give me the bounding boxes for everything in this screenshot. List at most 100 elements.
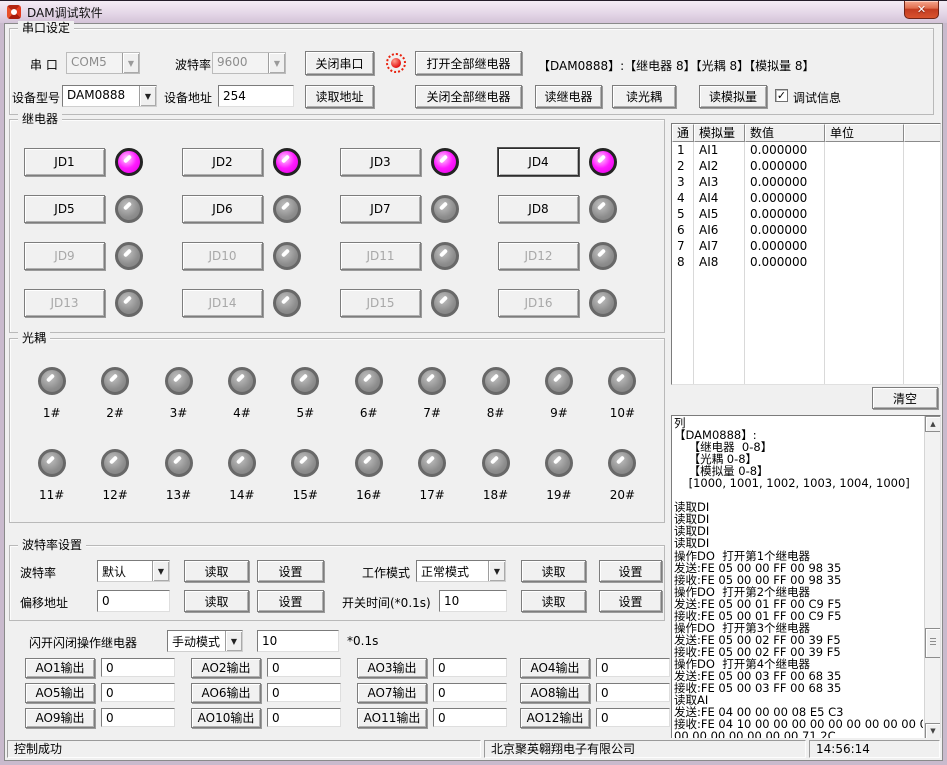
table-row[interactable]: 2AI20.000000: [672, 158, 940, 174]
ao12-value-input[interactable]: [596, 708, 670, 727]
ao1-value-input[interactable]: [101, 658, 175, 677]
ao9-value-input[interactable]: [101, 708, 175, 727]
opto-indicator-icon: [545, 367, 573, 395]
ao12-output-button[interactable]: AO12输出: [520, 708, 590, 728]
read-analog-button[interactable]: 读模拟量: [699, 85, 767, 108]
ao8-value-input[interactable]: [596, 683, 670, 702]
ao3-output-button[interactable]: AO3输出: [357, 658, 427, 678]
ao3-value-input[interactable]: [433, 658, 507, 677]
ao2-output-button[interactable]: AO2输出: [191, 658, 261, 678]
table-row[interactable]: 6AI60.000000: [672, 222, 940, 238]
analog-table-header-cell[interactable]: 模拟量: [694, 124, 745, 142]
opto-label: 1#: [43, 406, 61, 420]
switch-time-read-button[interactable]: 读取: [521, 590, 586, 612]
ao7-value-input[interactable]: [433, 683, 507, 702]
relay-cell: JD2: [182, 138, 340, 185]
switch-time-set-button[interactable]: 设置: [599, 590, 662, 612]
opto-indicator-icon: [291, 367, 319, 395]
ao4-value-input[interactable]: [596, 658, 670, 677]
relay-indicator-off-icon: [115, 289, 143, 317]
ao6-output-button[interactable]: AO6输出: [191, 683, 261, 703]
com-port-label: 串 口: [30, 56, 58, 73]
ao1-output-button[interactable]: AO1输出: [25, 658, 95, 678]
com-port-select: COM5 ▼: [66, 52, 140, 74]
relay-button-jd3[interactable]: JD3: [340, 148, 421, 176]
offset-address-input[interactable]: [97, 590, 170, 612]
close-button[interactable]: ✕: [904, 1, 939, 19]
table-row[interactable]: 7AI70.000000: [672, 238, 940, 254]
table-row[interactable]: 3AI30.000000: [672, 174, 940, 190]
ao5-output-button[interactable]: AO5输出: [25, 683, 95, 703]
flash-time-input[interactable]: [257, 630, 339, 652]
ao4-output-button[interactable]: AO4输出: [520, 658, 590, 678]
ao9-output-button[interactable]: AO9输出: [25, 708, 95, 728]
ao11-output-button[interactable]: AO11输出: [357, 708, 427, 728]
relay-button-jd8[interactable]: JD8: [498, 195, 579, 223]
debug-log[interactable]: 列 【DAM0888】: 【继电器 0-8】 【光耦 0-8】 【模拟量 0-8…: [671, 415, 941, 740]
read-opto-button[interactable]: 读光耦: [612, 85, 676, 108]
scrollbar-thumb[interactable]: [925, 628, 941, 658]
ao10-output-button[interactable]: AO10输出: [191, 708, 261, 728]
debug-info-checkbox[interactable]: ✓: [775, 89, 788, 102]
relay-button-jd7[interactable]: JD7: [340, 195, 421, 223]
clear-log-button[interactable]: 清空: [872, 387, 938, 409]
close-serial-button[interactable]: 关闭串口: [305, 51, 374, 75]
ao7-output-button[interactable]: AO7输出: [357, 683, 427, 703]
analog-table-header-cell[interactable]: 单位: [825, 124, 904, 142]
flash-mode-select[interactable]: 手动模式 ▼: [167, 630, 243, 652]
work-mode-set-button[interactable]: 设置: [599, 560, 662, 582]
baud-rate-select: 9600 ▼: [212, 52, 286, 74]
analog-table-header-cell[interactable]: [904, 124, 940, 142]
table-row[interactable]: 5AI50.000000: [672, 206, 940, 222]
relay-indicator-off-icon: [273, 289, 301, 317]
analog-table: 通模拟量数值单位1AI10.0000002AI20.0000003AI30.00…: [671, 123, 941, 385]
relay-button-jd1[interactable]: JD1: [24, 148, 105, 176]
device-model-select[interactable]: DAM0888 ▼: [62, 85, 157, 107]
baud-read-button[interactable]: 读取: [184, 560, 249, 582]
table-row[interactable]: 8AI80.000000: [672, 254, 940, 270]
relay-button-jd5[interactable]: JD5: [24, 195, 105, 223]
log-scrollbar[interactable]: ▲ ▼: [924, 416, 940, 739]
device-address-input[interactable]: [218, 85, 294, 107]
read-relays-button[interactable]: 读继电器: [535, 85, 602, 108]
table-row[interactable]: 4AI40.000000: [672, 190, 940, 206]
ao10-value-input[interactable]: [267, 708, 341, 727]
table-cell: 0.000000: [745, 254, 825, 270]
scroll-down-icon[interactable]: ▼: [925, 723, 941, 739]
relay-button-jd2[interactable]: JD2: [182, 148, 263, 176]
work-mode-label: 工作模式: [362, 564, 410, 581]
read-address-button[interactable]: 读取地址: [305, 85, 374, 108]
status-message: 控制成功: [7, 740, 481, 758]
analog-table-header-cell[interactable]: 数值: [745, 124, 825, 142]
baud-rate-label: 波特率: [175, 56, 211, 73]
relay-cell: JD13: [24, 279, 182, 326]
opto-label: 7#: [423, 406, 441, 420]
table-cell: 5: [672, 206, 694, 222]
table-row[interactable]: 1AI10.000000: [672, 142, 940, 158]
relay-button-jd4[interactable]: JD4: [498, 148, 579, 176]
ao11-value-input[interactable]: [433, 708, 507, 727]
baud-set-button[interactable]: 设置: [257, 560, 324, 582]
open-all-relays-button[interactable]: 打开全部继电器: [415, 51, 522, 75]
ao5-value-input[interactable]: [101, 683, 175, 702]
relay-indicator-off-icon: [273, 195, 301, 223]
work-mode-read-button[interactable]: 读取: [521, 560, 586, 582]
ao6-value-input[interactable]: [267, 683, 341, 702]
scroll-up-icon[interactable]: ▲: [925, 416, 941, 432]
ao-output-cell: AO8输出: [520, 680, 673, 705]
opto-cell: 11#: [20, 449, 83, 502]
opto-label: 17#: [419, 488, 444, 502]
work-mode-select[interactable]: 正常模式 ▼: [416, 560, 506, 582]
ao2-value-input[interactable]: [267, 658, 341, 677]
relay-button-jd6[interactable]: JD6: [182, 195, 263, 223]
ao8-output-button[interactable]: AO8输出: [520, 683, 590, 703]
analog-table-header-cell[interactable]: 通: [672, 124, 694, 142]
relay-cell: JD6: [182, 185, 340, 232]
switch-time-input[interactable]: [439, 590, 507, 612]
close-all-relays-button[interactable]: 关闭全部继电器: [415, 85, 522, 108]
offset-set-button[interactable]: 设置: [257, 590, 324, 612]
device-model-value: DAM0888: [63, 86, 139, 106]
offset-read-button[interactable]: 读取: [184, 590, 249, 612]
opto-cell: 8#: [464, 367, 527, 420]
baud-setting-select[interactable]: 默认 ▼: [97, 560, 170, 582]
